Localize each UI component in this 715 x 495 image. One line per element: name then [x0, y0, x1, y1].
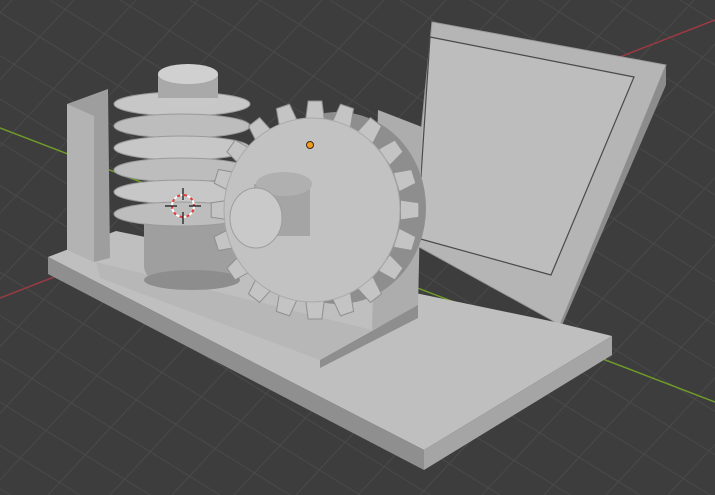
- object-origin-icon[interactable]: [306, 141, 314, 149]
- gear-tooth: [305, 299, 325, 320]
- viewport-canvas[interactable]: [0, 0, 715, 495]
- gear-tooth: [400, 199, 420, 221]
- gear-tooth: [305, 100, 325, 121]
- 3d-viewport[interactable]: [0, 0, 715, 495]
